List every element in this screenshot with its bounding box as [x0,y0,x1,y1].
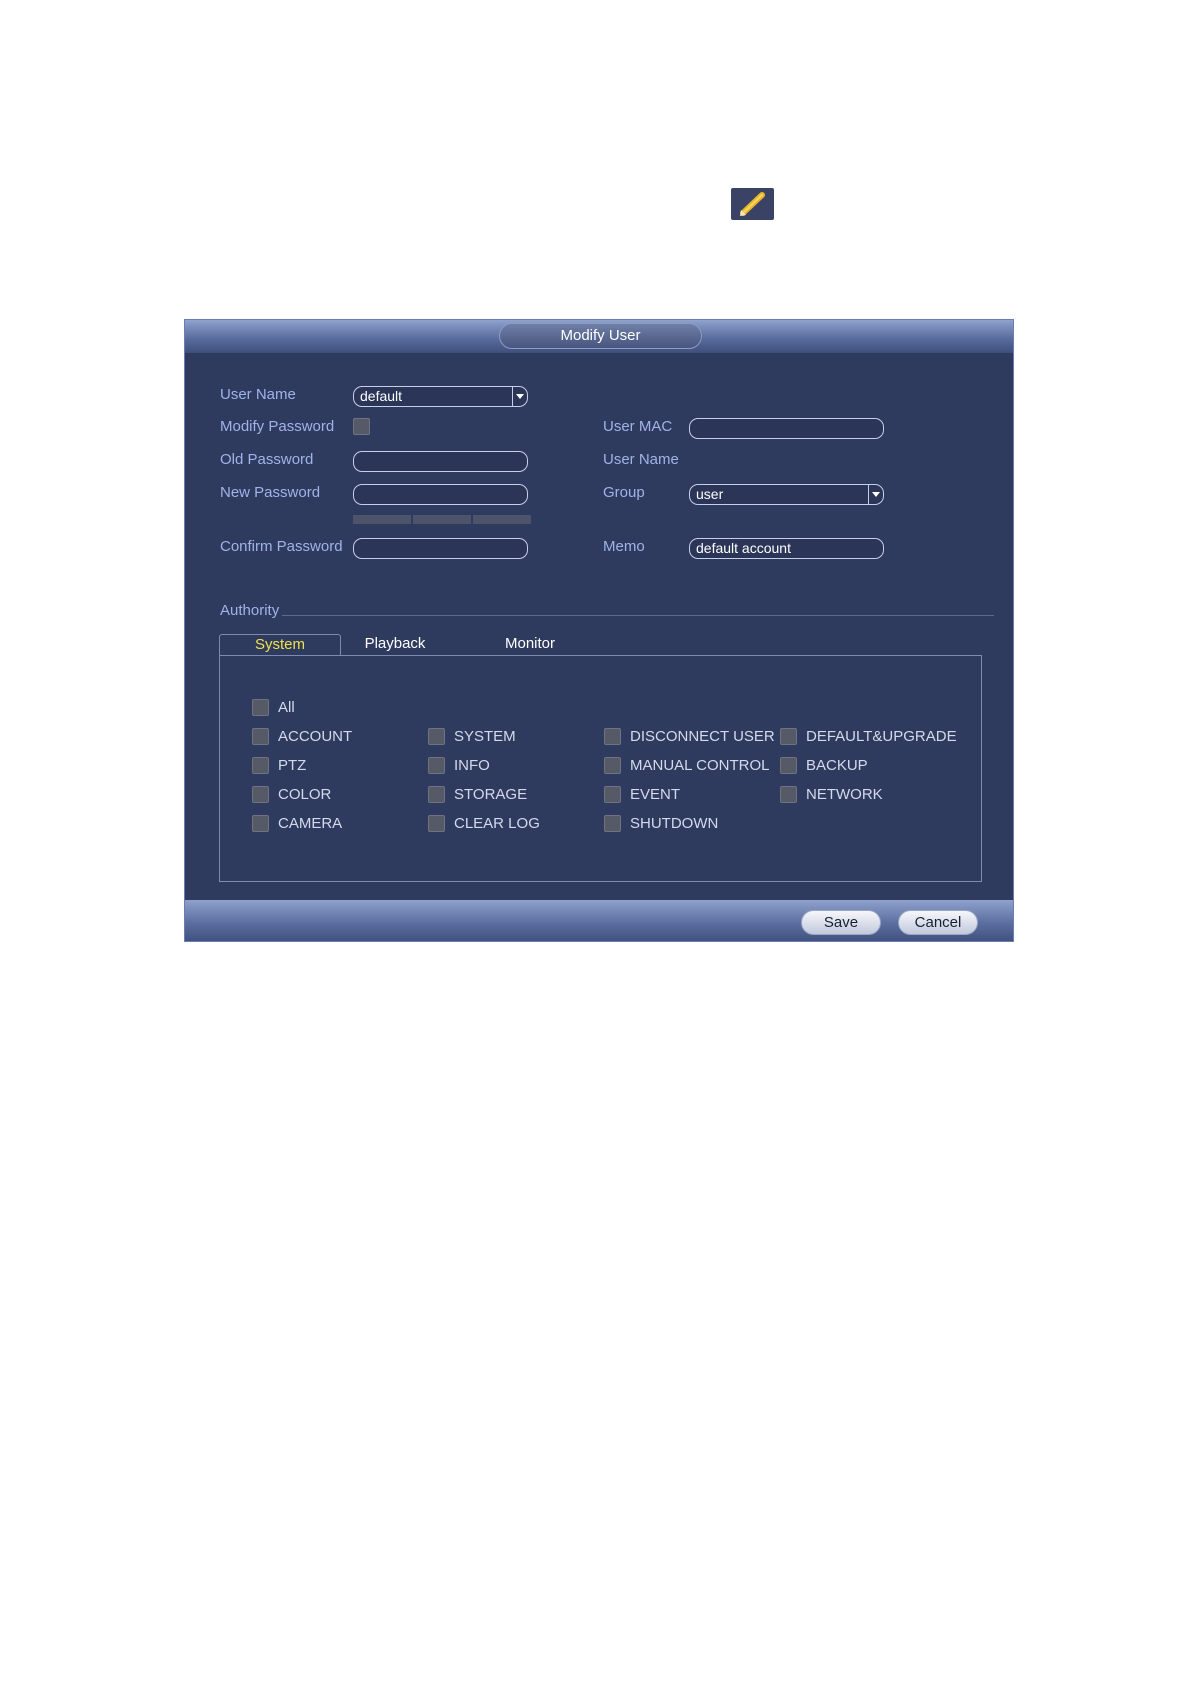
group-value: user [696,486,724,502]
permission-label-camera: CAMERA [278,815,343,832]
permission-label-system: SYSTEM [454,728,516,745]
permission-checkbox-backup[interactable] [780,757,797,774]
permission-checkbox-default-upgrade[interactable] [780,728,797,745]
permission-label-default-upgrade: DEFAULT&UPGRADE [806,728,957,745]
permission-checkbox-ptz[interactable] [252,757,269,774]
pencil-icon[interactable] [731,188,774,220]
user-name-info-label: User Name [603,451,679,468]
new-password-label: New Password [220,484,321,501]
permission-label-shutdown: SHUTDOWN [630,815,719,832]
all-label: All [278,699,295,716]
old-password-label: Old Password [220,451,314,468]
permission-label-ptz: PTZ [278,757,307,774]
new-password-input[interactable] [353,484,528,505]
permission-checkbox-shutdown[interactable] [604,815,621,832]
permission-label-info: INFO [454,757,490,774]
user-name-value: default [360,388,403,404]
group-label: Group [603,484,645,501]
permission-label-account: ACCOUNT [278,728,353,745]
cancel-button[interactable]: Cancel [898,910,978,935]
permission-checkbox-network[interactable] [780,786,797,803]
dialog-title: Modify User [499,323,702,349]
chevron-down-icon[interactable] [868,485,883,504]
authority-label: Authority [220,602,280,619]
authority-divider [282,615,994,616]
dialog-footer: Save Cancel [185,900,1013,941]
permission-checkbox-color[interactable] [252,786,269,803]
memo-label: Memo [603,538,645,555]
user-mac-input[interactable] [689,418,884,439]
chevron-down-icon[interactable] [512,387,527,406]
permission-checkbox-clear-log[interactable] [428,815,445,832]
dialog-titlebar: Modify User [185,320,1013,353]
tab-system[interactable]: System [219,634,341,656]
password-strength-bar [353,515,411,524]
permission-label-manual-control: MANUAL CONTROL [630,757,770,774]
group-dropdown[interactable]: user [689,484,884,505]
permission-label-backup: BACKUP [806,757,868,774]
permission-label-storage: STORAGE [454,786,528,803]
confirm-password-label: Confirm Password [220,538,343,555]
permission-label-disconnect-user: DISCONNECT USER [630,728,775,745]
tab-monitor[interactable]: Monitor [480,635,580,655]
memo-input[interactable]: default account [689,538,884,559]
permission-checkbox-disconnect-user[interactable] [604,728,621,745]
permission-label-network: NETWORK [806,786,883,803]
confirm-password-input[interactable] [353,538,528,559]
save-button[interactable]: Save [801,910,881,935]
permission-checkbox-account[interactable] [252,728,269,745]
modify-password-checkbox[interactable] [353,418,370,435]
modify-password-label: Modify Password [220,418,335,435]
all-checkbox[interactable] [252,699,269,716]
user-mac-label: User MAC [603,418,673,435]
permission-checkbox-camera[interactable] [252,815,269,832]
permission-label-color: COLOR [278,786,332,803]
user-name-label: User Name [220,386,296,403]
permission-label-event: EVENT [630,786,681,803]
permission-label-clear-log: CLEAR LOG [454,815,540,832]
permission-checkbox-storage[interactable] [428,786,445,803]
permission-checkbox-system[interactable] [428,728,445,745]
permission-checkbox-info[interactable] [428,757,445,774]
permission-checkbox-event[interactable] [604,786,621,803]
old-password-input[interactable] [353,451,528,472]
password-strength-bar [413,515,471,524]
password-strength-bar [473,515,531,524]
permission-checkbox-manual-control[interactable] [604,757,621,774]
tab-playback[interactable]: Playback [345,635,445,655]
user-name-dropdown[interactable]: default [353,386,528,407]
authority-panel: All ACCOUNT SYSTEM DISCONNECT USER DEFAU… [219,655,982,882]
modify-user-dialog: Modify User User Name default Modify Pas… [184,319,1014,942]
